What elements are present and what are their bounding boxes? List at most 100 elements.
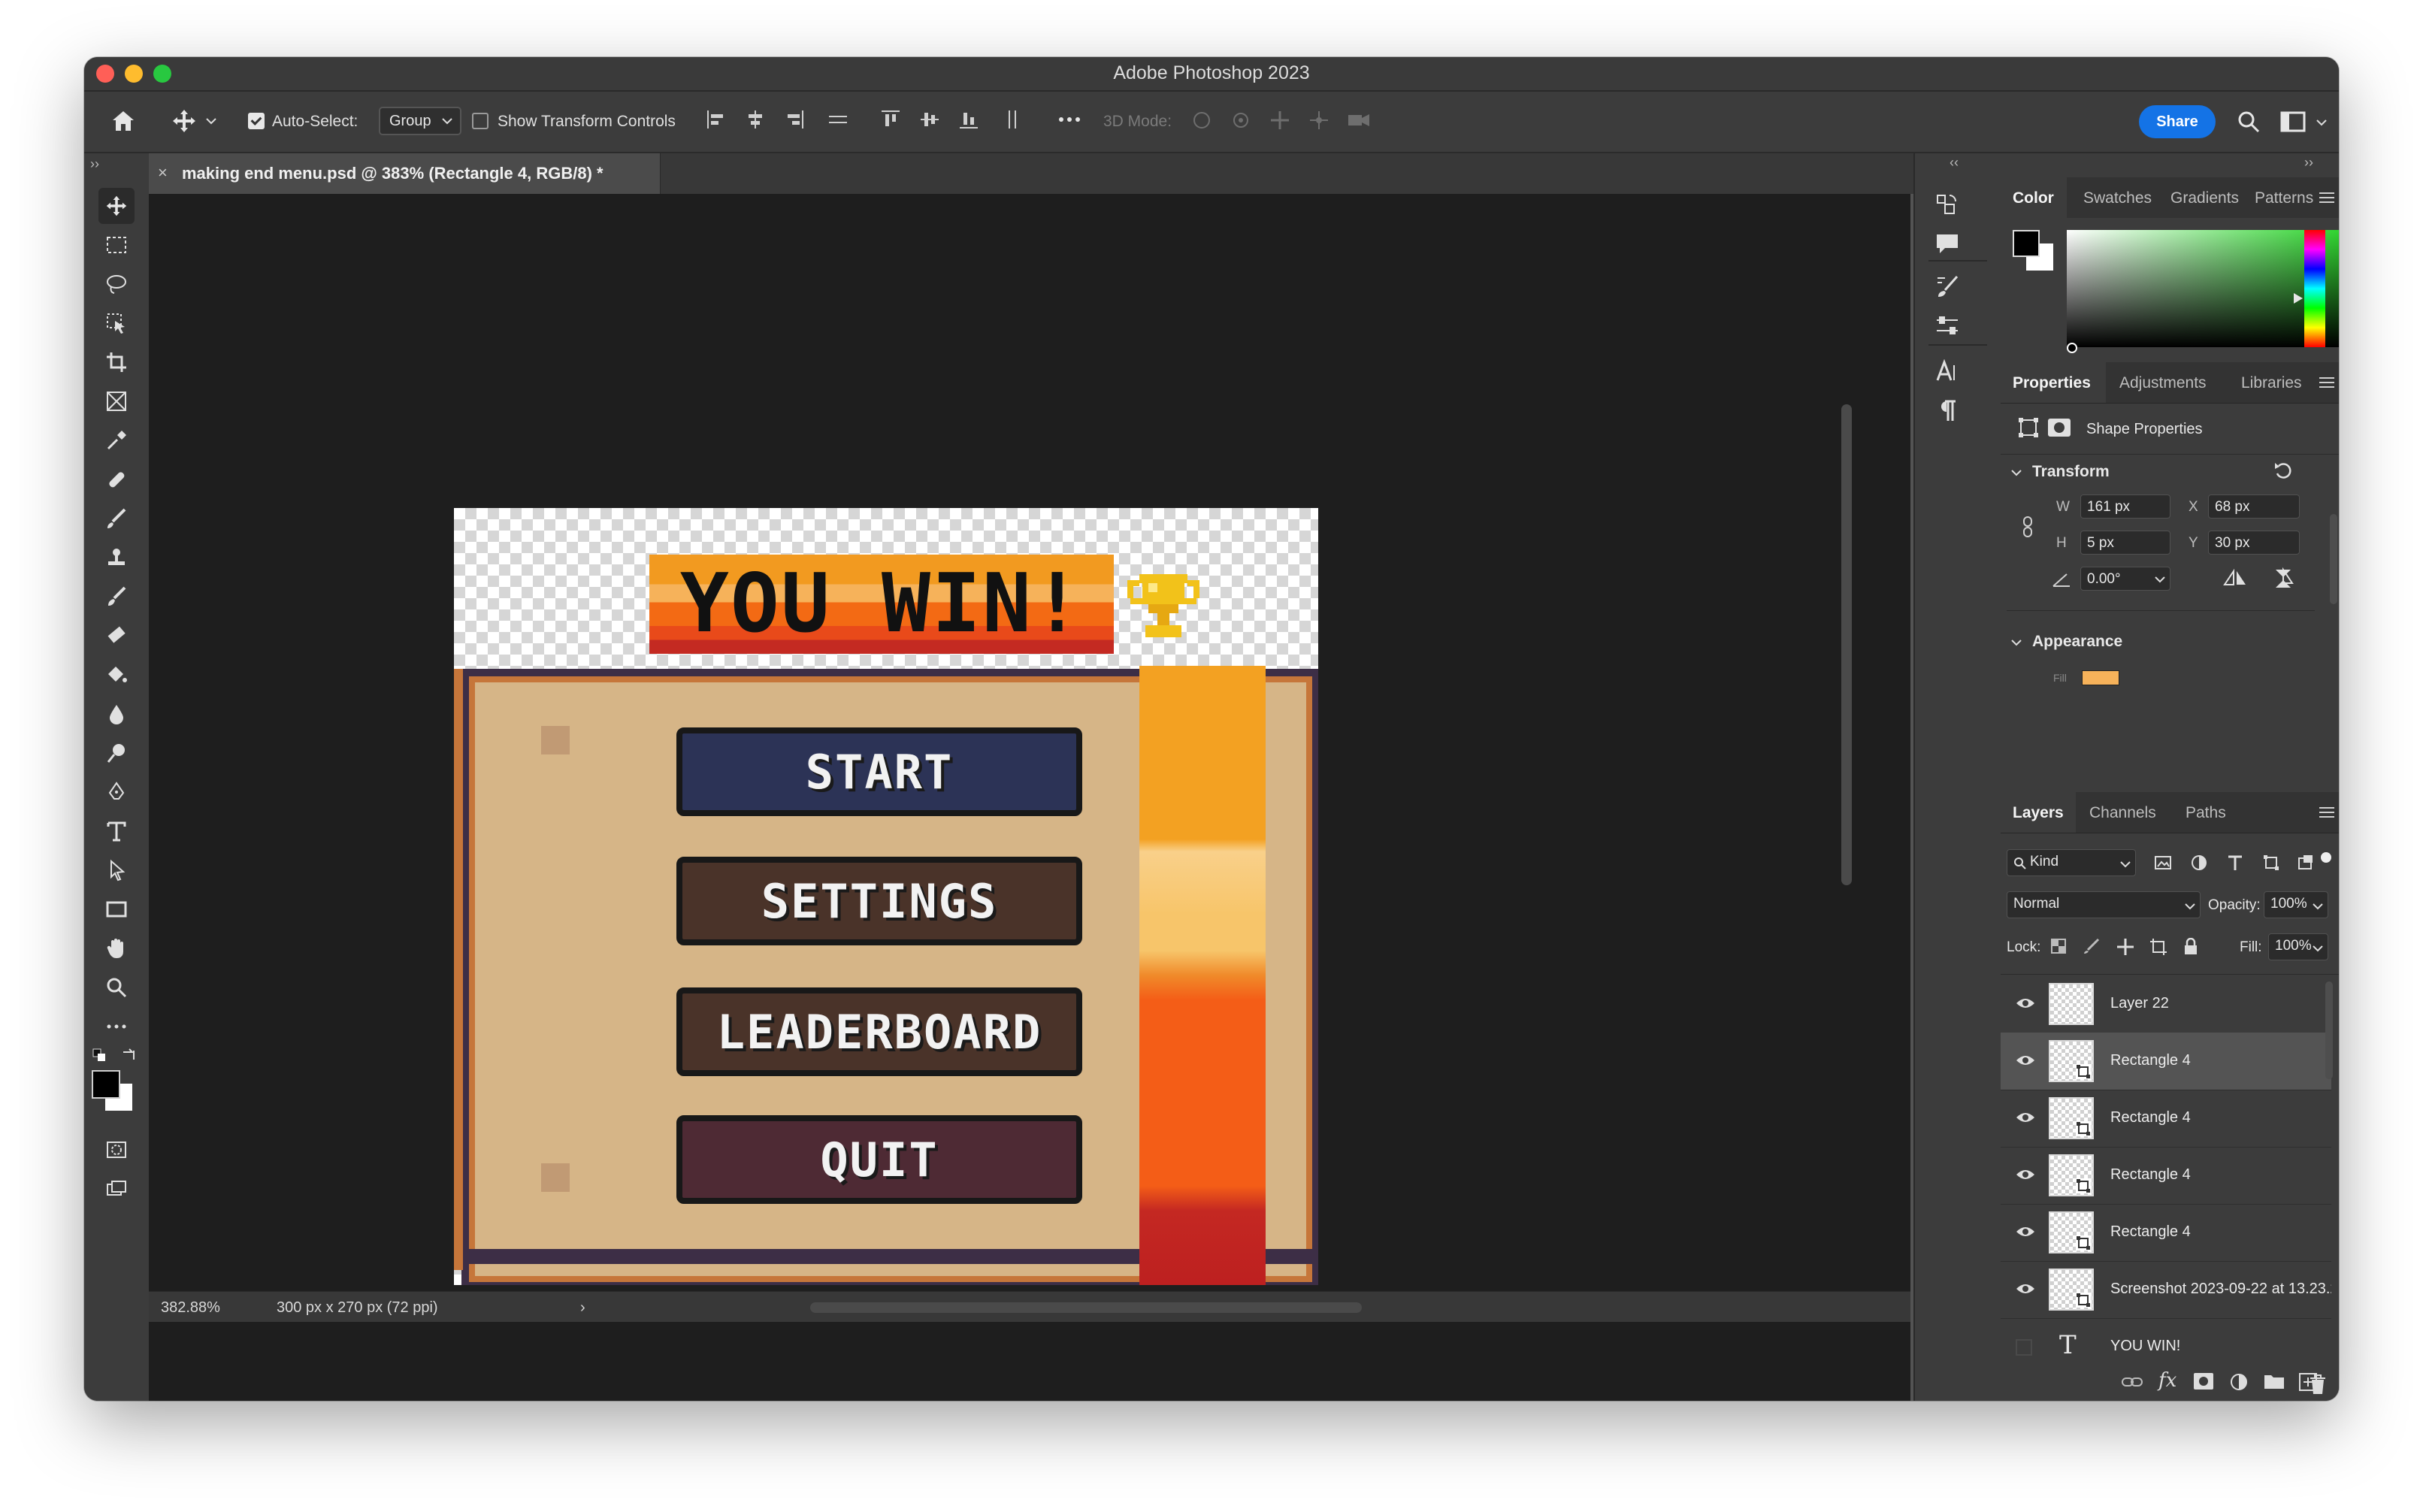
eye-icon[interactable] <box>2016 1168 2035 1181</box>
object-selection-tool-icon[interactable] <box>98 305 135 341</box>
appearance-chevron-icon[interactable] <box>2011 639 2022 646</box>
eye-icon[interactable] <box>2016 1054 2035 1067</box>
status-chevron-icon[interactable]: › <box>580 1299 585 1317</box>
panel-menu-icon[interactable] <box>2319 191 2334 204</box>
history-panel-icon[interactable] <box>1934 192 1960 218</box>
character-panel-icon[interactable] <box>1934 359 1960 385</box>
tab-color[interactable]: Color <box>2013 189 2054 207</box>
tab-gradients[interactable]: Gradients <box>2170 189 2239 207</box>
layers-menu-icon[interactable] <box>2319 806 2334 819</box>
align-bottom-icon[interactable] <box>957 108 980 131</box>
align-top-icon[interactable] <box>879 108 902 131</box>
more-tools-icon[interactable] <box>98 1009 135 1045</box>
zoom-tool-icon[interactable] <box>98 969 135 1005</box>
search-icon[interactable] <box>2237 110 2261 134</box>
flip-horizontal-icon[interactable] <box>2223 568 2247 589</box>
more-options-icon[interactable] <box>1057 108 1082 131</box>
lock-pixels-icon[interactable] <box>2083 938 2100 954</box>
home-icon[interactable] <box>111 110 135 132</box>
workspace-chevron-icon[interactable] <box>2316 119 2327 126</box>
trash-icon[interactable] <box>2309 1374 2327 1395</box>
distribute-icon[interactable] <box>827 108 849 131</box>
healing-brush-tool-icon[interactable] <box>98 461 135 497</box>
vertical-scrollbar-thumb[interactable] <box>1841 404 1852 885</box>
lasso-tool-icon[interactable] <box>98 266 135 302</box>
eraser-tool-icon[interactable] <box>98 618 135 654</box>
tab-channels[interactable]: Channels <box>2089 804 2156 822</box>
filter-type-icon[interactable] <box>2226 854 2244 872</box>
layers-scrollbar[interactable] <box>2325 981 2333 1079</box>
layer-row[interactable]: Screenshot 2023-09-22 at 13.23.28 <box>2001 1261 2331 1319</box>
lock-all-icon[interactable] <box>2183 938 2199 956</box>
eye-icon[interactable] <box>2016 1225 2035 1238</box>
document-tab[interactable]: × making end menu.psd @ 383% (Rectangle … <box>149 153 661 194</box>
close-tab-icon[interactable]: × <box>158 163 168 183</box>
auto-select-dropdown[interactable]: Group <box>379 107 461 135</box>
mask-icon[interactable] <box>2047 418 2071 437</box>
blend-mode-dropdown[interactable]: Normal <box>2007 891 2201 918</box>
start-button[interactable]: START <box>676 727 1082 816</box>
filter-pixel-icon[interactable] <box>2154 854 2172 872</box>
zoom-level[interactable]: 382.88% <box>161 1299 220 1317</box>
path-selection-tool-icon[interactable] <box>98 852 135 888</box>
foreground-color-swatch[interactable] <box>92 1070 120 1099</box>
blur-tool-icon[interactable] <box>98 696 135 732</box>
document-info[interactable]: 300 px x 270 px (72 ppi) <box>277 1299 438 1317</box>
visibility-off-box[interactable] <box>2016 1339 2032 1356</box>
shape-transform-icon[interactable] <box>2017 416 2040 439</box>
eye-icon[interactable] <box>2016 1111 2035 1124</box>
eyedropper-tool-icon[interactable] <box>98 422 135 458</box>
align-right-icon[interactable] <box>783 108 806 131</box>
canvas-workspace[interactable]: YOU WIN! START SETTINGS LEADERBOARD QUIT <box>149 194 1910 1401</box>
tab-properties[interactable]: Properties <box>2013 374 2091 392</box>
layer-row[interactable]: Layer 22 <box>2001 975 2331 1033</box>
horizontal-scrollbar-thumb[interactable] <box>810 1302 1362 1313</box>
tab-libraries[interactable]: Libraries <box>2241 374 2302 392</box>
layer-filter-dropdown[interactable]: Kind <box>2007 849 2136 876</box>
dodge-tool-icon[interactable] <box>98 735 135 771</box>
filter-shape-icon[interactable] <box>2262 854 2280 872</box>
brush-settings-icon[interactable] <box>1934 274 1960 299</box>
adjustment-sliders-icon[interactable] <box>1934 313 1960 338</box>
tab-adjustments[interactable]: Adjustments <box>2119 374 2207 392</box>
lock-transparency-icon[interactable] <box>2050 938 2067 954</box>
filter-toggle[interactable] <box>2321 852 2331 863</box>
align-middle-icon[interactable] <box>918 108 941 131</box>
layer-thumbnail[interactable] <box>2049 1154 2094 1196</box>
lock-position-icon[interactable] <box>2116 938 2134 956</box>
delete-layer-icon[interactable] <box>2331 1371 2336 1375</box>
layer-row[interactable]: Rectangle 4 <box>2001 1147 2331 1205</box>
eye-icon[interactable] <box>2016 1282 2035 1296</box>
tab-swatches[interactable]: Swatches <box>2083 189 2152 207</box>
screen-mode-icon[interactable] <box>98 1171 135 1207</box>
show-transform-checkbox[interactable] <box>472 113 489 129</box>
tab-layers[interactable]: Layers <box>2013 804 2064 822</box>
swap-colors-icon[interactable] <box>120 1048 137 1064</box>
crop-tool-icon[interactable] <box>98 344 135 380</box>
tab-paths[interactable]: Paths <box>2186 804 2226 822</box>
angle-input[interactable]: 0.00° <box>2080 567 2170 591</box>
marquee-tool-icon[interactable] <box>98 227 135 263</box>
settings-button[interactable]: SETTINGS <box>676 857 1082 945</box>
x-input[interactable]: 68 px <box>2208 494 2300 519</box>
properties-menu-icon[interactable] <box>2319 376 2334 389</box>
hand-tool-icon[interactable] <box>98 930 135 966</box>
clone-stamp-tool-icon[interactable] <box>98 540 135 576</box>
document-canvas[interactable]: YOU WIN! START SETTINGS LEADERBOARD QUIT <box>454 508 1318 1285</box>
quit-button[interactable]: QUIT <box>676 1115 1082 1204</box>
type-tool-icon[interactable] <box>98 813 135 849</box>
move-tool-icon[interactable] <box>98 188 135 224</box>
chevron-down-icon[interactable] <box>206 117 216 125</box>
auto-select-checkbox[interactable] <box>248 113 265 129</box>
selected-rectangle-shape[interactable] <box>1139 666 1266 1285</box>
flip-vertical-icon[interactable] <box>2273 567 2294 591</box>
layer-thumbnail[interactable] <box>2049 1097 2094 1139</box>
collapse-tools-icon[interactable]: ›› <box>90 156 99 172</box>
leaderboard-button[interactable]: LEADERBOARD <box>676 987 1082 1076</box>
fill-opacity-input[interactable]: 100% <box>2268 933 2328 960</box>
paint-bucket-tool-icon[interactable] <box>98 657 135 693</box>
frame-tool-icon[interactable] <box>98 383 135 419</box>
layer-row[interactable]: Rectangle 4 <box>2001 1033 2331 1090</box>
layer-thumbnail[interactable] <box>2049 1211 2094 1253</box>
align-center-icon[interactable] <box>744 108 767 131</box>
